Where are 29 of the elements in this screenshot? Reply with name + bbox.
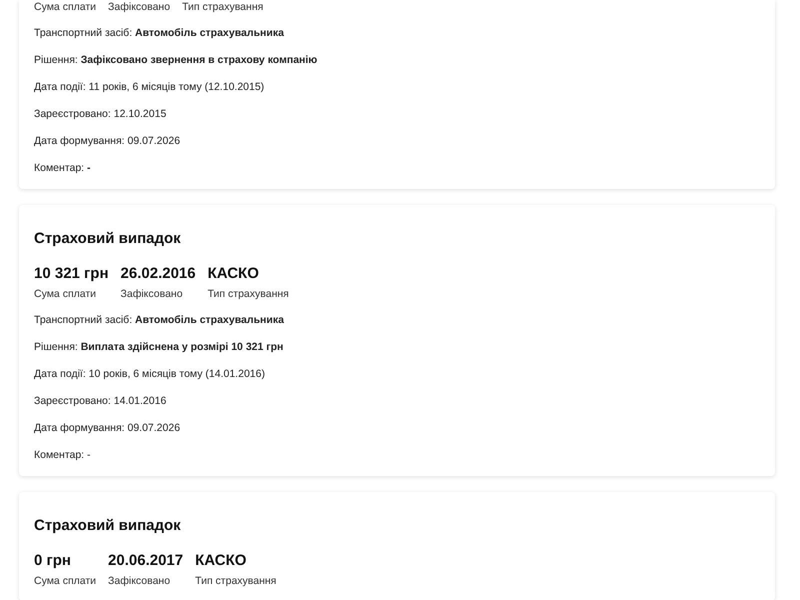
detail-line: Дата події: 11 років, 6 місяців тому (12.10.2015) bbox=[34, 80, 266, 95]
detail-line: Коментар: - bbox=[34, 448, 92, 463]
case-title: Страховий випадок bbox=[34, 516, 182, 536]
detail-line: Зареєстровано: 14.01.2016 bbox=[34, 394, 168, 409]
stat-label: Тип страхування bbox=[182, 0, 264, 14]
detail-line: Дата формування: 09.07.2026 bbox=[34, 421, 182, 436]
stat-value: КАСКО bbox=[195, 551, 248, 571]
stat-value: 10 321 грн bbox=[34, 264, 109, 284]
stat-value: КАСКО bbox=[208, 264, 260, 284]
stat-label: Сума сплати bbox=[34, 287, 98, 301]
detail-line: Зареєстровано: 12.10.2015 bbox=[34, 107, 168, 122]
stat-value: 20.06.2017 bbox=[108, 551, 184, 571]
stat-label: Тип страхування bbox=[195, 574, 276, 588]
stat-value: 26.02.2016 bbox=[120, 264, 196, 284]
detail-line: Транспортний засіб: Автомобіль страхувальника bbox=[34, 26, 285, 41]
stat-label: Зафіксовано bbox=[108, 574, 172, 588]
stat-label: Зафіксовано bbox=[108, 0, 170, 14]
stat-label: Зафіксовано bbox=[120, 287, 184, 301]
detail-line: Дата події: 10 років, 6 місяців тому (14.01.2016) bbox=[34, 367, 266, 382]
stat-label: Сума сплати bbox=[34, 574, 96, 588]
detail-line: Дата формування: 09.07.2026 bbox=[34, 134, 182, 149]
detail-line: Коментар: - bbox=[34, 161, 92, 176]
stat-label: Тип страхування bbox=[208, 287, 289, 301]
stat-label: Сума сплати bbox=[34, 0, 96, 14]
case-title: Страховий випадок bbox=[34, 229, 182, 249]
stat-value: 0 грн bbox=[34, 551, 72, 571]
detail-line: Транспортний засіб: Автомобіль страхувальника bbox=[34, 313, 285, 328]
detail-line: Рішення: Виплата здійснена у розмірі 10 321 грн bbox=[34, 340, 284, 355]
detail-line: Рішення: Зафіксовано звернення в страхову компанію bbox=[34, 53, 318, 68]
